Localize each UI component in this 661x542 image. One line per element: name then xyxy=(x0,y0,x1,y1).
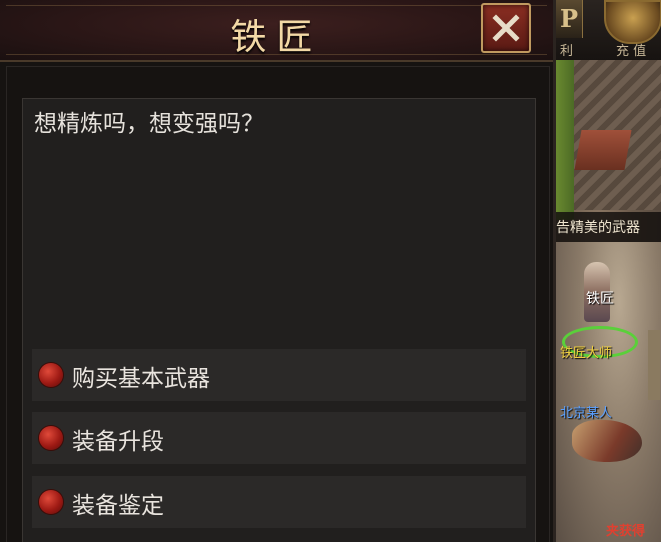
option-equipment-identify[interactable]: 装备鉴定 xyxy=(32,476,526,528)
player-name-label: 北京某人 xyxy=(560,406,613,421)
npc-title-label: 铁匠大师 xyxy=(560,346,613,361)
top-label-left: 利 xyxy=(560,44,574,59)
option-equipment-upgrade[interactable]: 装备升段 xyxy=(32,412,526,464)
close-button[interactable] xyxy=(481,3,531,53)
scene-red-label: 夹获得 xyxy=(606,524,646,539)
close-x-icon xyxy=(492,14,520,42)
blacksmith-dialog: 铁匠 想精炼吗，想变强吗？ 购买基本武器 装备升段 装备鉴定 xyxy=(0,0,556,542)
grass-patch xyxy=(556,60,574,220)
red-bullet-icon xyxy=(39,426,63,450)
game-scene[interactable]: P 利 充 值 告精美的武器 铁匠 铁匠大师 北京某人 夹获得 xyxy=(556,0,661,542)
market-stall xyxy=(574,130,632,170)
dialog-title-bar: 铁匠 xyxy=(0,0,553,62)
option-label: 购买基本武器 xyxy=(72,366,210,392)
red-bullet-icon xyxy=(39,363,63,387)
banner-text: 告精美的武器 xyxy=(556,220,640,236)
p-menu-icon[interactable]: P xyxy=(556,0,583,38)
red-bullet-icon xyxy=(39,490,63,514)
recharge-chest-icon[interactable] xyxy=(604,0,661,44)
scene-banner: 告精美的武器 xyxy=(556,212,661,242)
recharge-label[interactable]: 充 值 xyxy=(616,40,646,59)
player-character[interactable] xyxy=(572,420,642,462)
scene-figure xyxy=(648,330,660,400)
dialog-title: 铁匠 xyxy=(230,17,323,58)
npc-name-label: 铁匠 xyxy=(586,291,614,307)
npc-prompt-text: 想精炼吗，想变强吗？ xyxy=(34,111,264,137)
option-label: 装备升段 xyxy=(72,429,164,455)
option-buy-basic-weapons[interactable]: 购买基本武器 xyxy=(32,349,526,401)
option-label: 装备鉴定 xyxy=(72,493,164,519)
